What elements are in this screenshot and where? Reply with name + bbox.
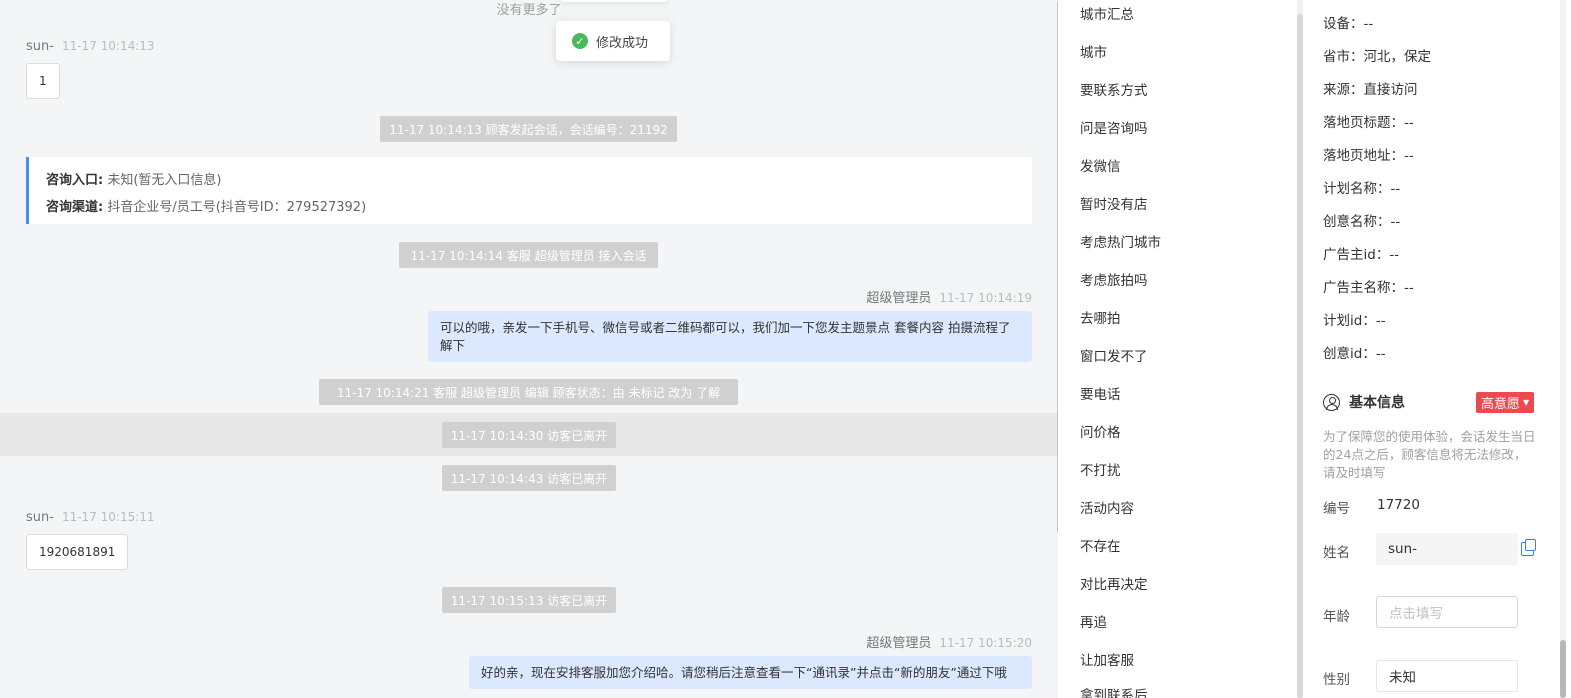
quick-reply-item[interactable]: 城市 — [1080, 41, 1107, 61]
quick-reply-item[interactable]: 拿到联系后 — [1080, 684, 1148, 698]
quick-reply-item[interactable]: 发微信 — [1080, 155, 1121, 175]
quick-reply-item[interactable]: 再追 — [1080, 611, 1107, 631]
quick-reply-item[interactable]: 问是咨询吗 — [1080, 117, 1148, 137]
message-time: 11-17 10:15:20 — [939, 636, 1032, 650]
caret-down-icon: ▼ — [1523, 398, 1530, 407]
info-row: 创意名称：-- — [1323, 214, 1401, 230]
channel-row: 咨询渠道: 抖音企业号/员工号(抖音号ID：279527392) — [46, 194, 1032, 221]
system-message: 11-17 10:14:30 访客已离开 — [442, 422, 616, 448]
id-value: 17720 — [1377, 497, 1420, 513]
success-toast: ✓ 修改成功 — [556, 21, 670, 61]
info-row: 计划id：-- — [1323, 313, 1386, 329]
sender-name: 超级管理员 — [866, 636, 932, 651]
user-circle-icon — [1323, 393, 1340, 411]
sender-name: sun- — [26, 510, 54, 525]
quick-reply-item[interactable]: 不打扰 — [1080, 459, 1121, 479]
entry-row: 咨询入口: 未知(暂无入口信息) — [46, 167, 1032, 194]
channel-label: 咨询渠道: — [46, 200, 104, 215]
gender-select[interactable]: 未知 — [1376, 660, 1518, 692]
customer-info-panel: 设备：-- 省市：河北，保定 来源：直接访问 落地页标题：-- 落地页地址：--… — [1304, 0, 1571, 698]
copy-icon[interactable] — [1521, 539, 1536, 556]
message-meta: sun- 11-17 10:15:11 — [26, 510, 155, 525]
info-row: 广告主id：-- — [1323, 247, 1400, 263]
age-input[interactable]: 点击填写 — [1376, 596, 1518, 628]
info-row: 来源：直接访问 — [1323, 82, 1418, 98]
info-row: 设备：-- — [1323, 16, 1374, 32]
quick-reply-item[interactable]: 要电话 — [1080, 383, 1121, 403]
info-row: 落地页地址：-- — [1323, 148, 1414, 164]
agent-message: 好的亲，现在安排客服加您介绍哈。请您稍后注意查看一下“通讯录”并点击“新的朋友”… — [469, 656, 1032, 689]
message-time: 11-17 10:14:13 — [61, 39, 155, 53]
no-more-text: 没有更多了 — [496, 3, 562, 18]
quick-reply-item[interactable]: 暂时没有店 — [1080, 193, 1148, 213]
gender-label: 性别 — [1323, 672, 1350, 688]
info-scroll-track[interactable] — [1560, 0, 1566, 698]
id-label: 编号 — [1323, 501, 1350, 517]
system-message: 11-17 10:15:13 访客已离开 — [442, 587, 616, 613]
quick-reply-list: 城市汇总 城市 要联系方式 问是咨询吗 发微信 暂时没有店 考虑热门城市 考虑旅… — [1063, 0, 1297, 698]
system-message: 11-17 10:14:14 客服 超级管理员 接入会话 — [399, 242, 658, 268]
quick-reply-scrollbar[interactable] — [1297, 0, 1303, 698]
info-row: 落地页标题：-- — [1323, 115, 1414, 131]
message-meta: 超级管理员 11-17 10:14:19 — [600, 287, 1032, 306]
customer-message: 1 — [26, 63, 60, 99]
quick-reply-item[interactable]: 考虑旅拍吗 — [1080, 269, 1148, 289]
system-message: 11-17 10:14:21 客服 超级管理员 编辑 顾客状态：由 未标记 改为… — [319, 379, 738, 405]
message-meta: 超级管理员 11-17 10:15:20 — [600, 632, 1032, 651]
quick-reply-item[interactable]: 问价格 — [1080, 421, 1121, 441]
quick-reply-item[interactable]: 城市汇总 — [1080, 3, 1134, 23]
info-scrollbar[interactable] — [1560, 640, 1566, 698]
message-meta: sun- 11-17 10:14:13 — [26, 39, 155, 54]
info-row: 计划名称：-- — [1323, 181, 1401, 197]
toast-shadow — [560, 0, 668, 2]
check-icon: ✓ — [572, 33, 588, 49]
message-time: 11-17 10:14:19 — [939, 291, 1032, 305]
quick-reply-item[interactable]: 考虑热门城市 — [1080, 231, 1161, 251]
toast-text: 修改成功 — [596, 35, 649, 51]
quick-reply-item[interactable]: 对比再决定 — [1080, 573, 1148, 593]
age-label: 年龄 — [1323, 609, 1350, 625]
chat-scrollbar[interactable] — [1057, 0, 1058, 534]
chat-panel[interactable]: 没有更多了 ✓ 修改成功 sun- 11-17 10:14:13 1 11-17 … — [0, 0, 1058, 698]
entry-label: 咨询入口: — [46, 173, 104, 188]
entry-card: 咨询入口: 未知(暂无入口信息) 咨询渠道: 抖音企业号/员工号(抖音号ID：2… — [26, 157, 1032, 224]
sender-name: 超级管理员 — [866, 291, 932, 306]
name-label: 姓名 — [1323, 545, 1350, 561]
edit-notice: 为了保障您的使用体验，会话发生当日的24点之后，顾客信息将无法修改，请及时填写 — [1323, 429, 1536, 480]
channel-value: 抖音企业号/员工号(抖音号ID：279527392) — [107, 200, 367, 215]
entry-value: 未知(暂无入口信息) — [107, 173, 222, 188]
quick-reply-item[interactable]: 要联系方式 — [1080, 79, 1148, 99]
quick-reply-item[interactable]: 不存在 — [1080, 535, 1121, 555]
basic-info-header: 基本信息 — [1323, 392, 1405, 412]
customer-message: 1920681891 — [26, 534, 129, 570]
intent-badge-dropdown[interactable]: 高意愿 ▼ — [1476, 392, 1535, 413]
basic-info-title: 基本信息 — [1349, 395, 1405, 411]
quick-reply-item[interactable]: 窗口发不了 — [1080, 345, 1148, 365]
sender-name: sun- — [26, 39, 54, 54]
system-message: 11-17 10:14:13 顾客发起会话，会话编号：21192 — [380, 116, 677, 142]
agent-message: 可以的哦，亲发一下手机号、微信号或者二维码都可以，我们加一下您发主题景点 套餐内… — [428, 311, 1032, 362]
intent-badge-label: 高意愿 — [1481, 397, 1521, 412]
system-message: 11-17 10:14:43 访客已离开 — [442, 465, 616, 491]
scroll-thumb[interactable] — [1297, 14, 1303, 698]
info-row: 省市：河北，保定 — [1323, 49, 1431, 65]
name-field[interactable]: sun- — [1376, 533, 1518, 565]
app-root: 没有更多了 ✓ 修改成功 sun- 11-17 10:14:13 1 11-17 … — [0, 0, 1571, 698]
info-row: 创意id：-- — [1323, 346, 1386, 362]
quick-reply-item[interactable]: 去哪拍 — [1080, 307, 1121, 327]
quick-reply-item[interactable]: 活动内容 — [1080, 497, 1134, 517]
info-row: 广告主名称：-- — [1323, 280, 1414, 296]
message-time: 11-17 10:15:11 — [61, 510, 155, 524]
quick-reply-item[interactable]: 让加客服 — [1080, 649, 1134, 669]
